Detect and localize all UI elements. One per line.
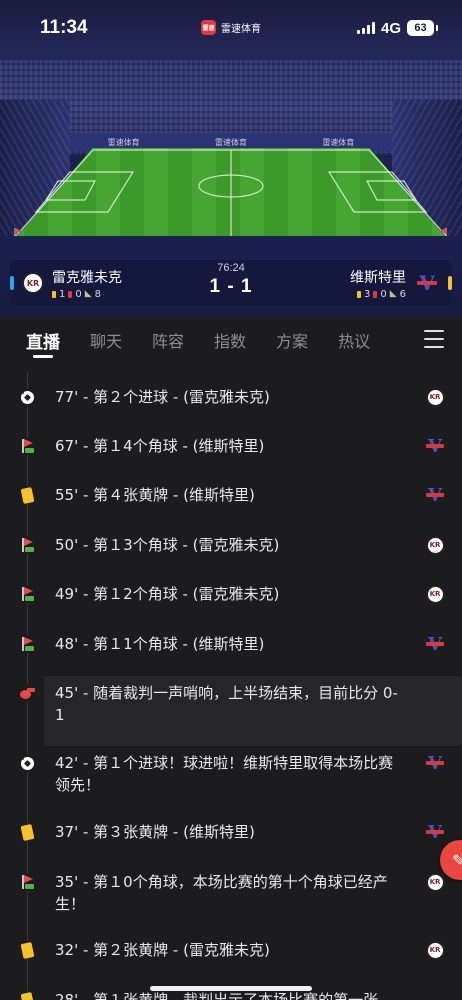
home-team[interactable]: KR 雷克雅未克 1 0 ◣ 8 — [22, 260, 130, 306]
tab-odds[interactable]: 指数 — [214, 318, 246, 362]
board-text: 雷速体育 — [107, 137, 140, 147]
home-team-crest-icon: KR — [424, 386, 446, 408]
away-team-crest-icon: V — [424, 633, 446, 655]
event-text: 50' - 第１3个角球 - (雷克雅未克) — [55, 536, 280, 554]
corner-flag-icon — [18, 873, 36, 891]
yellow-card-icon — [356, 290, 361, 298]
tab-lineup[interactable]: 阵容 — [152, 318, 184, 362]
away-color-indicator — [448, 276, 452, 290]
edit-icon: ✎ — [452, 850, 462, 870]
event-text: 49' - 第１2个角球 - (雷克雅未克) — [55, 585, 280, 603]
app-brand: 雷速 雷速体育 — [201, 20, 261, 35]
home-team-crest-icon: KR — [424, 583, 446, 605]
network-type: 4G — [380, 19, 401, 37]
event-text: 45' - 随着裁判一声哨响，上半场结束，目前比分 0-1 — [55, 684, 398, 724]
away-yellow-count: 3 — [363, 288, 371, 300]
corner-flag-icon — [18, 437, 36, 455]
tab-discussion[interactable]: 热议 — [338, 318, 370, 362]
event-text: 77' - 第２个进球 - (雷克雅未克) — [55, 388, 270, 406]
away-team-crest-icon: V — [414, 271, 440, 295]
away-team-stats: 3 0 ◣ 6 — [356, 288, 406, 300]
match-tabs: 直播 聊天 阵容 指数 方案 热议 — [0, 318, 462, 362]
yellow-card-icon — [18, 823, 36, 841]
match-score: 1 - 1 — [209, 276, 253, 297]
home-team-crest-icon: KR — [22, 272, 44, 294]
home-color-indicator — [10, 276, 14, 290]
yellow-card-icon — [18, 941, 36, 959]
clock: 11:34 — [40, 17, 88, 38]
red-card-icon — [68, 290, 73, 298]
corner-icon: ◣ — [84, 289, 92, 299]
away-team-crest-icon: V — [424, 821, 446, 843]
goal-icon — [18, 754, 36, 772]
event-text: 42' - 第１个进球！球进啦！维斯特里取得本场比赛领先！ — [55, 754, 394, 794]
red-card-icon — [373, 290, 378, 298]
home-team-crest-icon: KR — [424, 871, 446, 893]
yellow-card-icon — [18, 486, 36, 504]
match-clock: 76:24 — [217, 262, 245, 274]
home-corner-count: 8 — [94, 288, 102, 300]
battery-icon: 63 — [407, 20, 438, 36]
home-team-crest-icon: KR — [424, 534, 446, 556]
goal-icon — [18, 388, 36, 406]
event-text: 32' - 第２张黄牌 - (雷克雅未克) — [55, 941, 270, 959]
home-red-count: 0 — [75, 288, 82, 300]
app-logo-icon: 雷速 — [201, 20, 216, 35]
away-team[interactable]: V 维斯特里 3 0 ◣ 6 — [342, 260, 440, 306]
yellow-card-icon — [18, 991, 36, 1000]
board-text: 雷速体育 — [214, 137, 247, 147]
away-team-name: 维斯特里 — [350, 269, 406, 286]
away-team-crest-icon: V — [424, 752, 446, 774]
status-indicators: 4G 63 — [356, 19, 438, 37]
away-team-crest-icon: V — [424, 435, 446, 457]
signal-icon — [356, 22, 375, 34]
board-text: 雷速体育 — [322, 137, 355, 147]
corner-flag-icon — [18, 635, 36, 653]
away-red-count: 0 — [380, 288, 387, 300]
event-text: 55' - 第４张黄牌 - (维斯特里) — [55, 486, 255, 504]
tab-live[interactable]: 直播 — [26, 318, 60, 362]
event-text: 35' - 第１0个角球，本场比赛的第十个角球已经产生！ — [55, 873, 388, 913]
pitch-markings — [12, 149, 450, 239]
score-center: 76:24 1 - 1 — [209, 262, 252, 298]
corner-icon: ◣ — [389, 289, 397, 299]
menu-icon[interactable] — [424, 330, 444, 348]
home-team-stats: 1 0 ◣ 8 — [52, 289, 122, 300]
live-event-timeline[interactable]: 77' - 第２个进球 - (雷克雅未克) KR 67' - 第１4个角球 - (维… — [0, 372, 462, 1000]
home-indicator[interactable] — [150, 986, 312, 991]
away-team-crest-icon: V — [424, 484, 446, 506]
event-text: 48' - 第１1个角球 - (维斯特里) — [55, 635, 265, 653]
status-bar: 11:34 雷速 雷速体育 4G 63 — [0, 0, 462, 56]
event-text: 67' - 第１4个角球 - (维斯特里) — [55, 437, 265, 455]
tab-chat[interactable]: 聊天 — [90, 318, 122, 362]
home-yellow-count: 1 — [59, 288, 66, 300]
event-text: 37' - 第３张黄牌 - (维斯特里) — [55, 823, 255, 841]
whistle-icon — [18, 684, 36, 702]
corner-flag-icon — [18, 536, 36, 554]
corner-flag-icon — [18, 585, 36, 603]
yellow-card-icon — [52, 290, 56, 298]
app-name: 雷速体育 — [221, 24, 261, 35]
scoreboard[interactable]: KR 雷克雅未克 1 0 ◣ 8 76:24 1 - 1 V 维斯特里 3 0 ◣… — [10, 260, 452, 306]
home-team-name: 雷克雅未克 — [52, 269, 122, 286]
tab-plans[interactable]: 方案 — [276, 318, 308, 362]
home-team-crest-icon: KR — [424, 939, 446, 961]
away-corner-count: 6 — [399, 288, 406, 300]
